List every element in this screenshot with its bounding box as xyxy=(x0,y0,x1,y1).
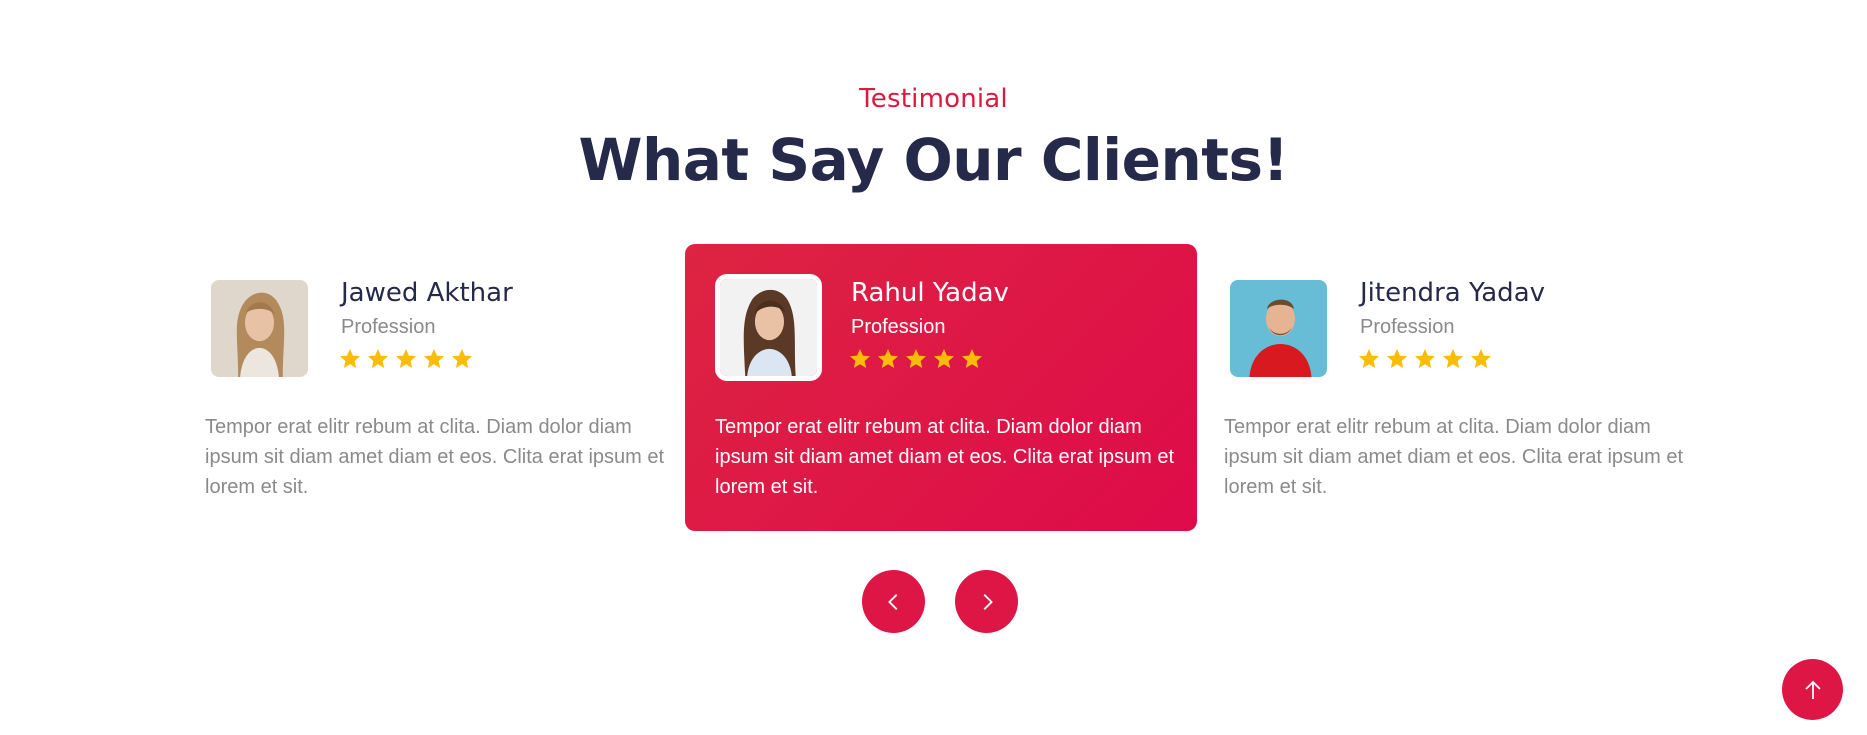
star-icon xyxy=(1443,349,1463,368)
testimonial-card-active: Rahul Yadav Profession Tempor erat elitr… xyxy=(685,244,1197,531)
avatar xyxy=(715,274,822,381)
testimonial-quote: Tempor erat elitr rebum at clita. Diam d… xyxy=(715,416,1175,498)
testimonial-quote: Tempor erat elitr rebum at clita. Diam d… xyxy=(1224,416,1684,498)
star-rating xyxy=(848,347,984,371)
star-icon xyxy=(452,349,472,368)
section-heading: What Say Our Clients! xyxy=(578,126,1290,194)
client-name: Rahul Yadav xyxy=(851,278,1009,308)
client-profession: Profession xyxy=(1360,316,1455,338)
star-icon xyxy=(934,349,954,368)
star-icon xyxy=(962,349,982,368)
arrow-up-icon xyxy=(1804,680,1821,699)
star-icon xyxy=(424,349,444,368)
star-icon xyxy=(1415,349,1435,368)
back-to-top-button[interactable] xyxy=(1782,659,1843,720)
chevron-left-icon xyxy=(887,593,897,610)
star-icon xyxy=(1471,349,1491,368)
client-name: Jawed Akthar xyxy=(341,278,513,308)
testimonial-section: Testimonial What Say Our Clients! Jawed … xyxy=(0,0,1867,735)
testimonial-quote: Tempor erat elitr rebum at clita. Diam d… xyxy=(205,416,665,498)
avatar xyxy=(211,280,308,377)
star-icon xyxy=(1387,349,1407,368)
chevron-right-icon xyxy=(983,593,993,610)
star-icon xyxy=(1359,349,1379,368)
star-icon xyxy=(878,349,898,368)
star-icon xyxy=(340,349,360,368)
star-rating xyxy=(338,347,474,371)
section-eyebrow: Testimonial xyxy=(859,84,1008,114)
star-icon xyxy=(906,349,926,368)
star-icon xyxy=(850,349,870,368)
client-profession: Profession xyxy=(851,316,946,338)
star-icon xyxy=(396,349,416,368)
carousel-next-button[interactable] xyxy=(955,570,1018,633)
client-name: Jitendra Yadav xyxy=(1360,278,1546,308)
testimonial-card: Jitendra Yadav Profession Tempor erat el… xyxy=(1224,244,1736,531)
star-icon xyxy=(368,349,388,368)
client-profession: Profession xyxy=(341,316,436,338)
star-rating xyxy=(1357,347,1493,371)
testimonial-card: Jawed Akthar Profession Tempor erat elit… xyxy=(205,244,717,531)
carousel-prev-button[interactable] xyxy=(862,570,925,633)
avatar xyxy=(1230,280,1327,377)
